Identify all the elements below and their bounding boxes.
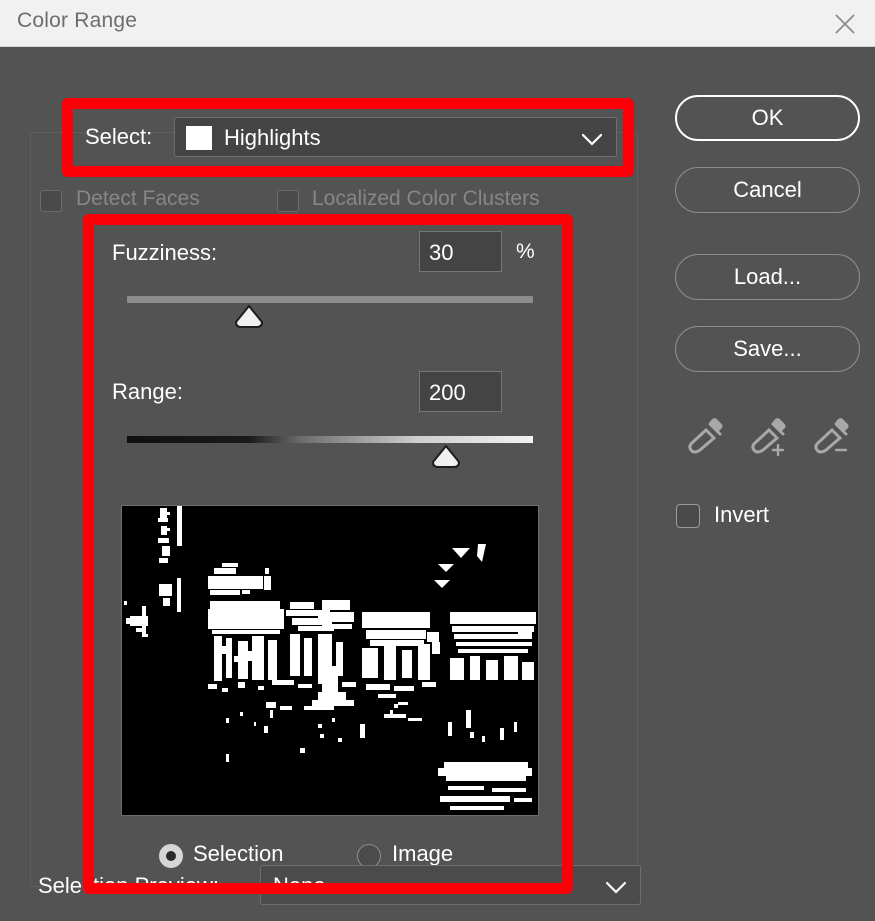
selection-preview-label: Selection Preview: [38, 873, 219, 898]
close-button[interactable] [821, 2, 867, 44]
mask-graphic [122, 506, 538, 815]
save-button[interactable]: Save... [675, 326, 860, 372]
chevron-down-icon [605, 881, 627, 894]
range-label: Range: [112, 379, 183, 404]
selection-preview-value: None [273, 873, 326, 898]
fuzziness-unit: % [516, 240, 535, 263]
fuzziness-slider-thumb[interactable] [234, 305, 264, 329]
select-label: Select: [85, 124, 153, 149]
load-button[interactable]: Load... [675, 254, 860, 300]
chevron-down-icon [581, 133, 603, 146]
range-slider-track[interactable] [127, 436, 533, 443]
detect-faces-label: Detect Faces [76, 187, 200, 210]
ok-button[interactable]: OK [675, 95, 860, 141]
range-input[interactable]: 200 [419, 371, 502, 412]
range-slider-thumb[interactable] [431, 445, 461, 469]
radio-image-label: Image [392, 841, 454, 866]
invert-label: Invert [714, 502, 770, 527]
select-dropdown[interactable]: Highlights [174, 117, 617, 157]
radio-selection-label: Selection [193, 841, 284, 866]
select-color-swatch [186, 126, 212, 150]
fuzziness-input[interactable]: 30 [419, 231, 502, 272]
eyedropper-subtract-icon[interactable] [812, 416, 854, 458]
detect-faces-checkbox[interactable] [40, 190, 62, 212]
close-icon [835, 14, 855, 34]
select-dropdown-value: Highlights [224, 125, 321, 150]
eyedropper-add-icon[interactable] [749, 416, 791, 458]
range-value: 200 [429, 380, 466, 405]
fuzziness-label: Fuzziness: [112, 240, 218, 265]
eyedropper-icon[interactable] [686, 416, 728, 458]
color-range-dialog: Select: Highlights Detect Faces Localize… [0, 47, 875, 921]
window-title: Color Range [17, 9, 138, 32]
fuzziness-value: 30 [429, 240, 454, 265]
window-titlebar: Color Range [0, 0, 875, 47]
radio-selection[interactable] [159, 844, 183, 868]
selection-preview-dropdown[interactable]: None [260, 865, 641, 905]
fuzziness-slider-track[interactable] [127, 296, 533, 303]
localized-color-clusters-checkbox[interactable] [277, 190, 299, 212]
cancel-button[interactable]: Cancel [675, 167, 860, 213]
selection-mask-preview[interactable] [121, 505, 539, 816]
invert-checkbox[interactable] [676, 504, 700, 528]
localized-color-clusters-label: Localized Color Clusters [312, 187, 540, 210]
